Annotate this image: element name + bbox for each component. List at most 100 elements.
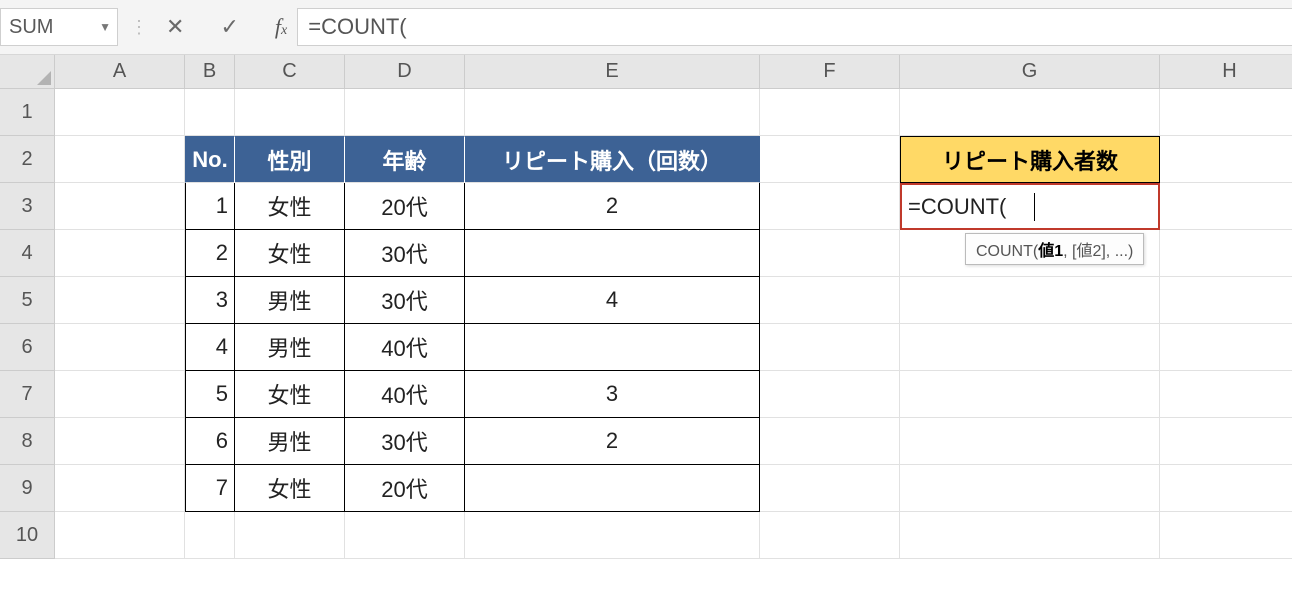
table-cell[interactable]: 2 [465,183,760,230]
editing-cell[interactable]: =COUNT( [900,183,1160,230]
table-cell[interactable]: 30代 [345,230,465,277]
cell[interactable] [760,136,900,183]
cancel-icon[interactable]: ✕ [166,14,184,40]
col-header-E[interactable]: E [465,55,760,89]
chevron-down-icon[interactable]: ▼ [99,20,111,34]
col-header-G[interactable]: G [900,55,1160,89]
cell[interactable] [55,371,185,418]
cell[interactable] [1160,512,1292,559]
table-header-repeat[interactable]: リピート購入（回数） [465,136,760,183]
table-cell[interactable]: 2 [185,230,235,277]
table-cell[interactable]: 女性 [235,230,345,277]
row-header-3[interactable]: 3 [0,183,55,230]
cell[interactable] [185,512,235,559]
cell[interactable] [900,89,1160,136]
cell[interactable] [55,136,185,183]
table-cell[interactable]: 6 [185,418,235,465]
cell[interactable] [760,277,900,324]
row-header-2[interactable]: 2 [0,136,55,183]
cell[interactable] [55,512,185,559]
table-cell[interactable]: 40代 [345,324,465,371]
row-header-10[interactable]: 10 [0,512,55,559]
cell[interactable] [55,277,185,324]
table-cell[interactable]: 女性 [235,465,345,512]
table-cell[interactable]: 4 [185,324,235,371]
table-header-no[interactable]: No. [185,136,235,183]
table-header-age[interactable]: 年齢 [345,136,465,183]
row-header-8[interactable]: 8 [0,418,55,465]
cell[interactable] [345,512,465,559]
result-header[interactable]: リピート購入者数 [900,136,1160,183]
cell[interactable] [760,418,900,465]
cell[interactable] [900,371,1160,418]
table-cell[interactable]: 7 [185,465,235,512]
cell[interactable] [900,512,1160,559]
table-cell[interactable] [465,465,760,512]
col-header-D[interactable]: D [345,55,465,89]
cell[interactable] [760,324,900,371]
table-cell[interactable]: 男性 [235,418,345,465]
cell[interactable] [760,465,900,512]
cell[interactable] [1160,89,1292,136]
cell[interactable] [1160,418,1292,465]
table-cell[interactable] [465,230,760,277]
cell[interactable] [1160,183,1292,230]
cell[interactable] [1160,230,1292,277]
row-header-7[interactable]: 7 [0,371,55,418]
cell[interactable] [55,89,185,136]
cell[interactable] [235,512,345,559]
cell[interactable] [760,371,900,418]
enter-icon[interactable]: ✓ [220,14,238,40]
cell[interactable] [185,89,235,136]
table-cell[interactable]: 1 [185,183,235,230]
cell[interactable] [235,89,345,136]
formula-input[interactable]: =COUNT( [297,8,1292,46]
cell[interactable] [55,418,185,465]
row-header-9[interactable]: 9 [0,465,55,512]
row-header-5[interactable]: 5 [0,277,55,324]
table-cell[interactable]: 男性 [235,277,345,324]
table-cell[interactable]: 30代 [345,277,465,324]
cell[interactable] [760,230,900,277]
table-cell[interactable]: 20代 [345,183,465,230]
cell[interactable] [55,465,185,512]
cell[interactable] [1160,136,1292,183]
cell[interactable] [465,512,760,559]
cell[interactable] [1160,371,1292,418]
cell[interactable] [1160,465,1292,512]
table-cell[interactable]: 20代 [345,465,465,512]
cell[interactable] [760,512,900,559]
cell[interactable] [900,277,1160,324]
table-cell[interactable]: 男性 [235,324,345,371]
cell[interactable] [55,324,185,371]
cell[interactable] [1160,277,1292,324]
table-cell[interactable]: 女性 [235,183,345,230]
col-header-A[interactable]: A [55,55,185,89]
table-cell[interactable]: 4 [465,277,760,324]
cell[interactable] [900,324,1160,371]
cell[interactable] [760,89,900,136]
cell[interactable] [760,183,900,230]
row-header-1[interactable]: 1 [0,89,55,136]
cell[interactable] [900,418,1160,465]
cell[interactable] [55,183,185,230]
fx-icon[interactable]: fx [275,14,287,40]
col-header-C[interactable]: C [235,55,345,89]
row-header-4[interactable]: 4 [0,230,55,277]
row-header-6[interactable]: 6 [0,324,55,371]
cell[interactable] [1160,324,1292,371]
col-header-B[interactable]: B [185,55,235,89]
cell[interactable] [465,89,760,136]
name-box[interactable]: SUM ▼ [0,8,118,46]
cell[interactable] [345,89,465,136]
col-header-F[interactable]: F [760,55,900,89]
table-cell[interactable]: 5 [185,371,235,418]
cell[interactable] [55,230,185,277]
cell[interactable] [900,465,1160,512]
table-cell[interactable]: 3 [465,371,760,418]
table-cell[interactable]: 3 [185,277,235,324]
col-header-H[interactable]: H [1160,55,1292,89]
table-cell[interactable]: 女性 [235,371,345,418]
table-header-gender[interactable]: 性別 [235,136,345,183]
table-cell[interactable]: 30代 [345,418,465,465]
